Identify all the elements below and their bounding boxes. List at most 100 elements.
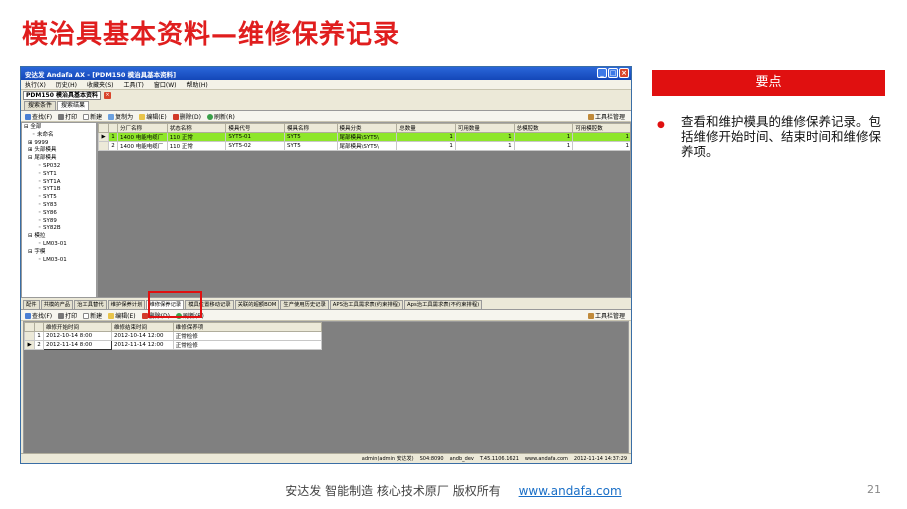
- tree-node[interactable]: ⊟ 尾部模具: [24, 155, 94, 163]
- row-indicator-header: [98, 123, 110, 133]
- menu-item[interactable]: 工具(T): [124, 80, 144, 89]
- grid-cell[interactable]: SYT5-02: [225, 141, 286, 151]
- tab-shared-products[interactable]: 共模的产品: [40, 300, 74, 309]
- column-header[interactable]: 模具名称: [284, 123, 338, 133]
- tree-node[interactable]: ⊟ 全部: [24, 124, 94, 132]
- new-button[interactable]: 新建: [83, 112, 102, 121]
- document-tabs: PDM150 模治具基本资料 ×: [21, 90, 631, 101]
- print-button[interactable]: 打印: [58, 112, 77, 121]
- grid-cell[interactable]: 正常检修: [172, 331, 323, 341]
- footer-link[interactable]: www.andafa.com: [519, 484, 622, 498]
- tab-parts[interactable]: 配件: [23, 300, 40, 309]
- edit-button[interactable]: 编辑(E): [108, 311, 136, 320]
- grid-cell[interactable]: 110 正常: [166, 141, 227, 151]
- tree-node[interactable]: ◦ SY83: [24, 202, 94, 210]
- grid-cell[interactable]: SYT5-01: [225, 132, 286, 142]
- grid-cell[interactable]: 尾部模具\SYT5\: [336, 132, 398, 142]
- tree-node[interactable]: ◦ SP032: [24, 163, 94, 171]
- column-header[interactable]: 维修开始时间: [43, 322, 112, 332]
- new-button[interactable]: 新建: [83, 311, 102, 320]
- tab-tool-substitute[interactable]: 治工具替代: [74, 300, 107, 309]
- table-row[interactable]: 2 1400 电能电缆厂 110 正常 SYT5-02 SYT5 尾部模具\SY…: [98, 141, 630, 151]
- grid-cell[interactable]: 2012-11-14 8:00: [43, 340, 112, 350]
- tree-node[interactable]: ◦ SY89: [24, 218, 94, 226]
- toolbar-manage-label: 工具栏管理: [594, 313, 625, 320]
- edit-button[interactable]: 编辑(E): [139, 112, 167, 121]
- grid-cell[interactable]: 2012-10-14 12:00: [110, 331, 174, 341]
- tab-search-results[interactable]: 搜索结果: [57, 101, 90, 110]
- category-tree: ⊟ 全部 ◦ 未命名 ⊞ 9999 ⊞ 头部模具 ⊟ 尾部模具 ◦ SP032 …: [21, 122, 97, 298]
- tree-node[interactable]: ◦ LM03-01: [24, 257, 94, 265]
- row-number: 2: [34, 340, 45, 350]
- tree-node[interactable]: ⊟ 模拉: [24, 233, 94, 241]
- row-number: 1: [108, 132, 119, 142]
- copy-as-button[interactable]: 复制为: [108, 112, 133, 121]
- column-header[interactable]: 可用数量: [454, 123, 515, 133]
- table-row[interactable]: 1 2012-10-14 8:00 2012-10-14 12:00 正常检修: [24, 331, 323, 341]
- column-header[interactable]: 状态名称: [166, 123, 227, 133]
- grid-cell[interactable]: 1: [572, 141, 630, 151]
- tree-node[interactable]: ◦ SY82B: [24, 225, 94, 233]
- toolbar-manage-button[interactable]: 工具栏管理: [587, 311, 625, 320]
- tab-aps-unconstrained[interactable]: Aps治工具需求表(不约束排程): [404, 300, 483, 309]
- tab-bom[interactable]: 关联的超额BOM: [234, 300, 280, 309]
- grid-cell[interactable]: 1: [396, 141, 456, 151]
- grid-cell[interactable]: 1: [454, 141, 515, 151]
- tree-node[interactable]: ◦ LM03-01: [24, 241, 94, 249]
- column-header[interactable]: 模具分类: [336, 123, 398, 133]
- maximize-icon[interactable]: □: [608, 68, 618, 78]
- tree-node[interactable]: ◦ SYT1: [24, 171, 94, 179]
- grid-cell[interactable]: 2012-11-14 12:00: [110, 340, 174, 350]
- grid-cell[interactable]: 尾部模具\SYT5\: [336, 141, 398, 151]
- grid-cell[interactable]: SYT5: [284, 132, 338, 142]
- table-row[interactable]: ▶ 2 2012-11-14 8:00 2012-11-14 12:00 正常检…: [24, 340, 323, 350]
- column-header[interactable]: 模具代号: [225, 123, 286, 133]
- grid-cell[interactable]: 1: [513, 141, 574, 151]
- close-tab-icon[interactable]: ×: [103, 92, 111, 99]
- find-button[interactable]: 查找(F): [25, 311, 52, 320]
- tree-node[interactable]: ◦ SYT5: [24, 194, 94, 202]
- menu-item[interactable]: 收藏夹(S): [87, 80, 114, 89]
- tab-search-conditions[interactable]: 搜索条件: [24, 101, 57, 110]
- status-bar: admin(admin 安达发) S04:8090 andb_dev T.45.…: [21, 453, 631, 463]
- grid-cell[interactable]: 1: [572, 132, 630, 142]
- column-header[interactable]: 总数量: [396, 123, 456, 133]
- tree-node[interactable]: ⊟ 字模: [24, 249, 94, 257]
- doc-tab[interactable]: PDM150 模治具基本资料: [23, 91, 101, 100]
- grid-cell[interactable]: 1: [454, 132, 515, 142]
- toolbar-manage-button[interactable]: 工具栏管理: [587, 112, 625, 121]
- delete-button[interactable]: 删除(D): [172, 112, 201, 121]
- column-header[interactable]: 维修结束时间: [110, 322, 174, 332]
- menu-item[interactable]: 窗口(W): [154, 80, 177, 89]
- table-row[interactable]: ▶ 1 1400 电能电缆厂 110 正常 SYT5-01 SYT5 尾部模具\…: [98, 132, 630, 142]
- column-header[interactable]: 维修保养项: [172, 322, 323, 332]
- grid-cell[interactable]: 1400 电能电缆厂: [117, 132, 168, 142]
- column-header[interactable]: 可用模腔数: [572, 123, 630, 133]
- tree-node[interactable]: ◦ SYT1B: [24, 186, 94, 194]
- tab-maintenance-plan[interactable]: 维护保养计划: [107, 300, 146, 309]
- grid-cell[interactable]: 正常检修: [172, 340, 323, 350]
- close-icon[interactable]: ×: [619, 68, 629, 78]
- tree-node[interactable]: ◦ SY86: [24, 210, 94, 218]
- find-button[interactable]: 查找(F): [25, 112, 52, 121]
- refresh-button[interactable]: 刷新(R): [206, 112, 235, 121]
- column-header[interactable]: 总模腔数: [513, 123, 574, 133]
- column-header[interactable]: 分厂名称: [117, 123, 168, 133]
- menu-item[interactable]: 历史(H): [56, 80, 77, 89]
- grid-cell[interactable]: 110 正常: [166, 132, 227, 142]
- grid-cell[interactable]: 1400 电能电缆厂: [117, 141, 168, 151]
- grid-cell[interactable]: 2012-10-14 8:00: [43, 331, 112, 341]
- menu-item[interactable]: 执行(X): [25, 80, 46, 89]
- grid-cell[interactable]: 1: [513, 132, 574, 142]
- print-button[interactable]: 打印: [58, 311, 77, 320]
- tree-node[interactable]: ◦ 未命名: [24, 132, 94, 140]
- tab-aps-constrained[interactable]: APS治工具需求表(约束排程): [329, 300, 404, 309]
- tab-usage-history[interactable]: 生产使用历史记录: [280, 300, 329, 309]
- menu-item[interactable]: 帮助(H): [186, 80, 207, 89]
- tree-node[interactable]: ◦ SYT1A: [24, 179, 94, 187]
- grid-cell[interactable]: 1: [396, 132, 456, 142]
- status-website: www.andafa.com: [524, 455, 568, 462]
- grid-cell[interactable]: SYT5: [284, 141, 338, 151]
- bullet-dot-icon: ●: [657, 120, 665, 130]
- minimize-icon[interactable]: _: [597, 68, 607, 78]
